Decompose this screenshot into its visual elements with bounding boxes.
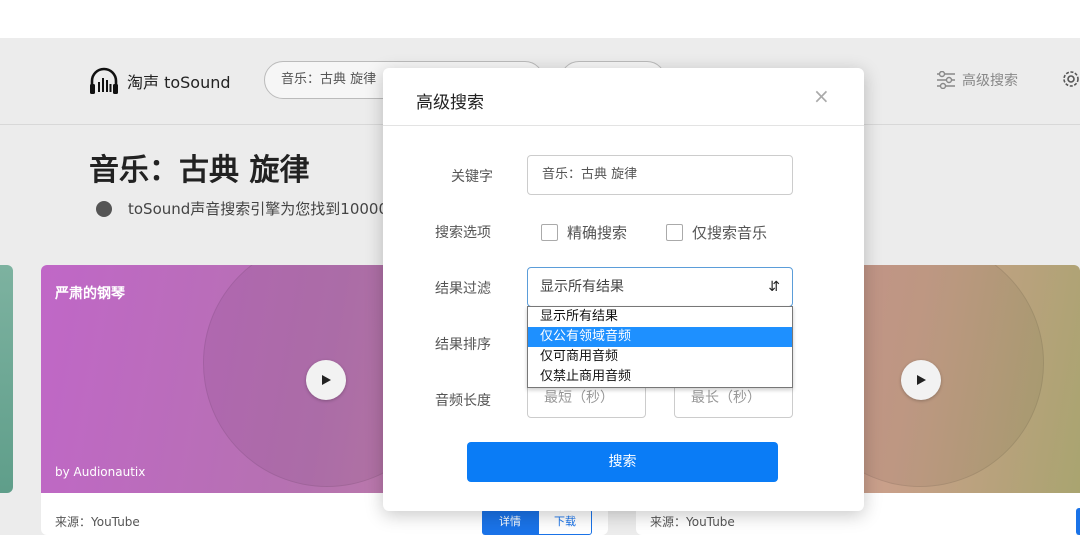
filter-label: 结果过滤 (435, 281, 491, 297)
keyword-input[interactable]: 音乐：古典 旋律 (527, 155, 793, 195)
top-bar (0, 0, 1080, 38)
logo-text: 淘声 toSound (127, 73, 231, 92)
checkbox-box (666, 224, 683, 241)
select-arrow-icon: ⇵ (768, 279, 780, 295)
modal-divider (383, 125, 864, 126)
sort-label: 结果排序 (435, 337, 491, 353)
exact-search-checkbox[interactable]: 精确搜索 (541, 222, 627, 243)
play-icon (917, 375, 926, 385)
result-summary: toSound声音搜索引擎为您找到10000 (96, 198, 386, 219)
modal-title: 高级搜索 (416, 93, 484, 113)
advanced-search-label: 高级搜索 (962, 73, 1018, 89)
length-label: 音频长度 (435, 393, 491, 409)
keyword-label: 关键字 (451, 169, 493, 185)
card-actions: 详情 下载 (482, 509, 592, 535)
headphones-logo-icon (90, 67, 118, 94)
detail-button[interactable]: 详情 (482, 509, 538, 535)
search-button[interactable]: 搜索 (467, 442, 778, 482)
dropdown-option[interactable]: 仅禁止商用音频 (528, 367, 792, 387)
dropdown-option[interactable]: 仅可商用音频 (528, 347, 792, 367)
sliders-icon (937, 71, 955, 89)
filter-selected-value: 显示所有结果 (540, 279, 624, 295)
exact-search-label: 精确搜索 (567, 224, 628, 242)
filter-select[interactable]: 显示所有结果 ⇵ (527, 267, 793, 307)
music-only-label: 仅搜索音乐 (692, 224, 768, 242)
card-source: 来源：YouTube (55, 515, 140, 529)
card-source: 来源：YouTube (650, 515, 735, 529)
music-only-checkbox[interactable]: 仅搜索音乐 (666, 222, 767, 243)
dropdown-option-highlighted[interactable]: 仅公有领域音频 (528, 327, 792, 347)
sound-card-partial[interactable] (0, 265, 13, 493)
card-action-button-partial[interactable] (1076, 508, 1080, 535)
play-button[interactable] (306, 360, 346, 400)
filter-dropdown-list: 显示所有结果 仅公有领域音频 仅可商用音频 仅禁止商用音频 (527, 306, 793, 388)
download-button[interactable]: 下载 (538, 509, 592, 535)
advanced-search-modal: 高级搜索 × 关键字 音乐：古典 旋律 搜索选项 精确搜索 仅搜索音乐 结果过滤… (383, 68, 864, 511)
close-icon[interactable]: × (813, 84, 830, 108)
dropdown-option[interactable]: 显示所有结果 (528, 307, 792, 327)
play-icon (322, 375, 331, 385)
bullet-dot-icon (96, 200, 112, 217)
checkbox-box (541, 224, 558, 241)
page-title: 音乐：古典 旋律 (89, 153, 310, 188)
card-title: 严肃的钢琴 (55, 286, 125, 302)
site-logo[interactable]: 淘声 toSound (89, 66, 231, 96)
result-count-text: toSound声音搜索引擎为您找到10000 (128, 200, 386, 218)
card-author: by Audionautix (55, 465, 146, 479)
search-options-label: 搜索选项 (435, 225, 491, 241)
play-button[interactable] (901, 360, 941, 400)
advanced-search-link[interactable]: 高级搜索 (936, 70, 1018, 90)
gear-icon[interactable] (1060, 68, 1080, 90)
